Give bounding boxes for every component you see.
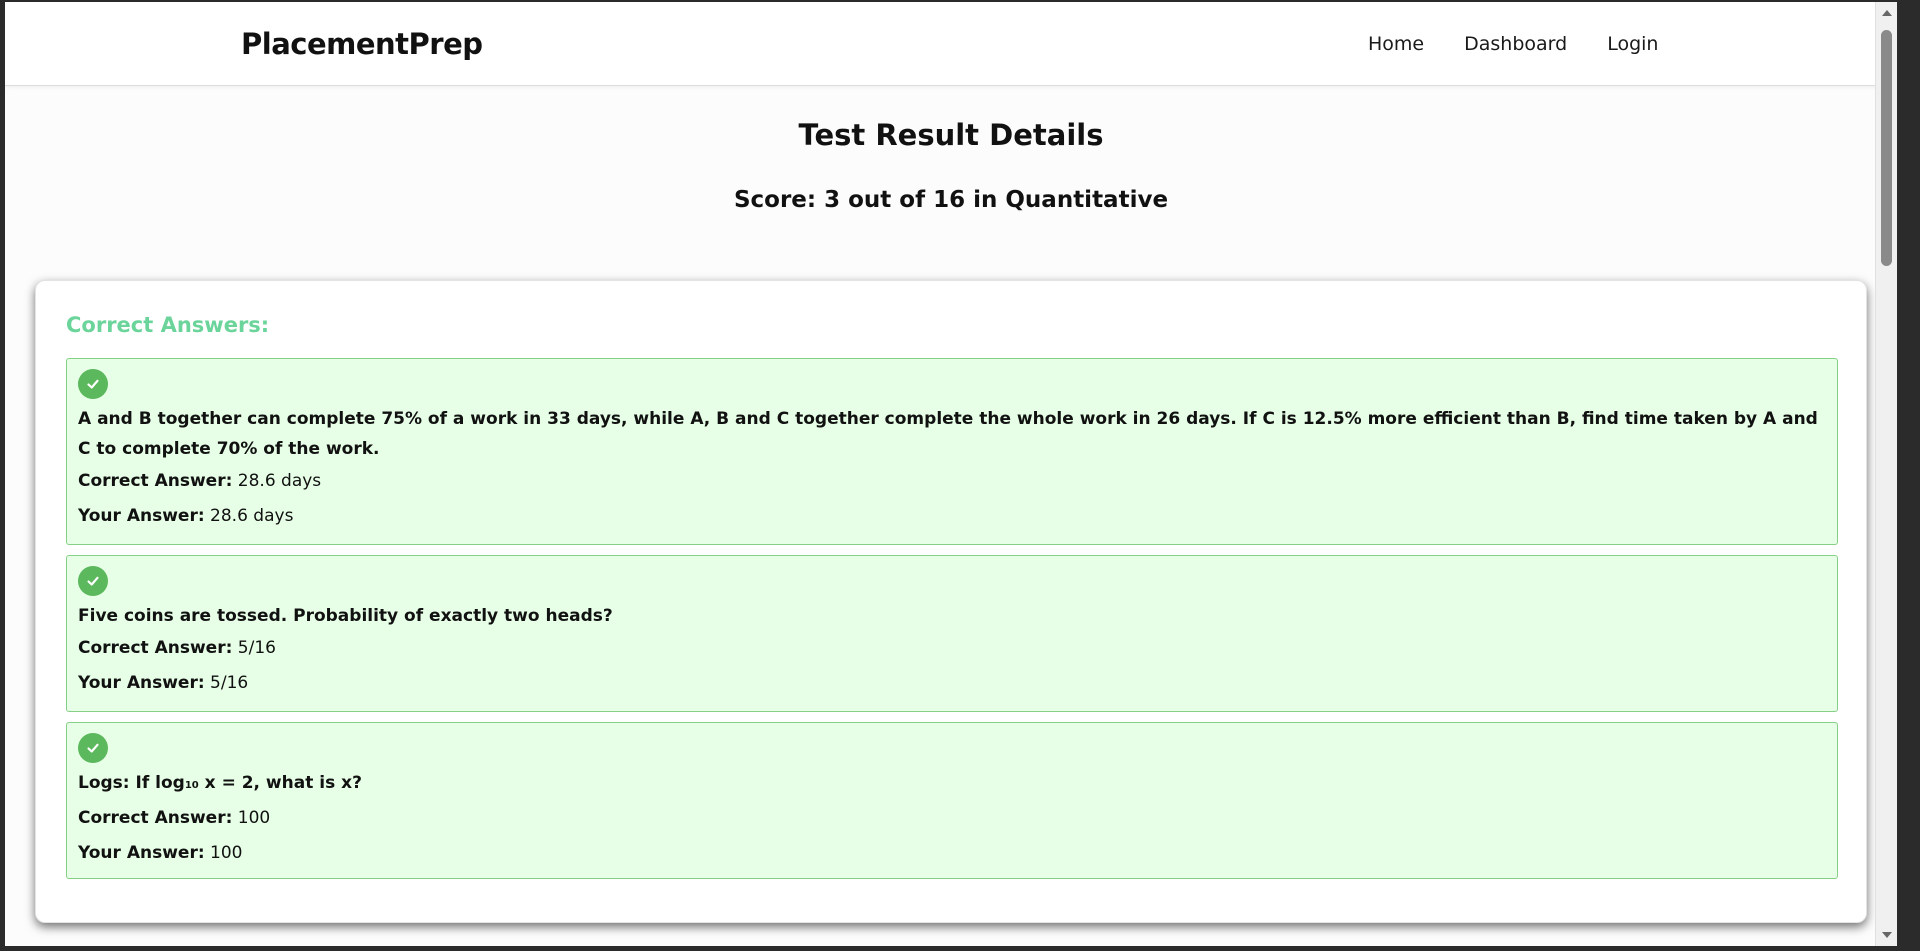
brand-logo[interactable]: PlacementPrep <box>241 27 483 61</box>
correct-answer-label: Correct Answer: <box>78 471 233 491</box>
navbar: PlacementPrep Home Dashboard Login <box>5 2 1897 86</box>
scroll-down-arrow-icon[interactable] <box>1882 932 1892 938</box>
your-answer-label: Your Answer: <box>78 843 205 863</box>
answer-item: A and B together can complete 75% of a w… <box>66 358 1838 545</box>
correct-answer-value: 100 <box>237 808 271 828</box>
correct-answer-label: Correct Answer: <box>78 638 233 658</box>
check-circle-icon <box>78 566 108 596</box>
correct-answer-line: Correct Answer: 28.6 days <box>78 464 1826 499</box>
question-suffix: x = 2, what is x? <box>198 773 362 793</box>
answer-item: Logs: If log10 x = 2, what is x? Correct… <box>66 722 1838 879</box>
page-title: Test Result Details <box>798 118 1104 152</box>
check-circle-icon <box>78 369 108 399</box>
vertical-scrollbar[interactable] <box>1875 2 1897 946</box>
browser-viewport: PlacementPrep Home Dashboard Login Test … <box>5 2 1897 946</box>
correct-answer-value: 5/16 <box>237 638 276 658</box>
correct-answers-heading: Correct Answers: <box>66 313 270 337</box>
nav-links: Home Dashboard Login <box>1368 33 1698 55</box>
your-answer-value: 28.6 days <box>210 506 294 526</box>
question-text: Logs: If log10 x = 2, what is x? <box>78 768 1826 801</box>
your-answer-label: Your Answer: <box>78 506 205 526</box>
correct-answer-label: Correct Answer: <box>78 808 233 828</box>
score-summary: Score: 3 out of 16 in Quantitative <box>733 187 1169 213</box>
correct-answer-value: 28.6 days <box>237 471 322 491</box>
question-text: A and B together can complete 75% of a w… <box>78 409 1818 459</box>
your-answer-line: Your Answer: 5/16 <box>78 666 1826 701</box>
check-circle-icon <box>78 733 108 763</box>
nav-link-home[interactable]: Home <box>1368 33 1424 55</box>
scroll-thumb[interactable] <box>1881 30 1892 266</box>
question-text: Five coins are tossed. Probability of ex… <box>78 606 613 626</box>
results-card: Correct Answers: A and B together can co… <box>35 280 1867 923</box>
question-prefix: Logs: If log <box>78 773 185 793</box>
your-answer-line: Your Answer: 28.6 days <box>78 499 1826 534</box>
your-answer-value: 100 <box>210 843 243 863</box>
your-answer-label: Your Answer: <box>78 673 205 693</box>
answer-item: Five coins are tossed. Probability of ex… <box>66 555 1838 712</box>
correct-answer-line: Correct Answer: 100 <box>78 801 1826 836</box>
log-base-subscript: 10 <box>184 780 199 791</box>
your-answer-line: Your Answer: 100 <box>78 836 1826 871</box>
your-answer-value: 5/16 <box>210 673 249 693</box>
nav-link-dashboard[interactable]: Dashboard <box>1464 33 1567 55</box>
correct-answer-line: Correct Answer: 5/16 <box>78 631 1826 666</box>
scroll-up-arrow-icon[interactable] <box>1882 10 1892 16</box>
nav-link-login[interactable]: Login <box>1607 33 1658 55</box>
